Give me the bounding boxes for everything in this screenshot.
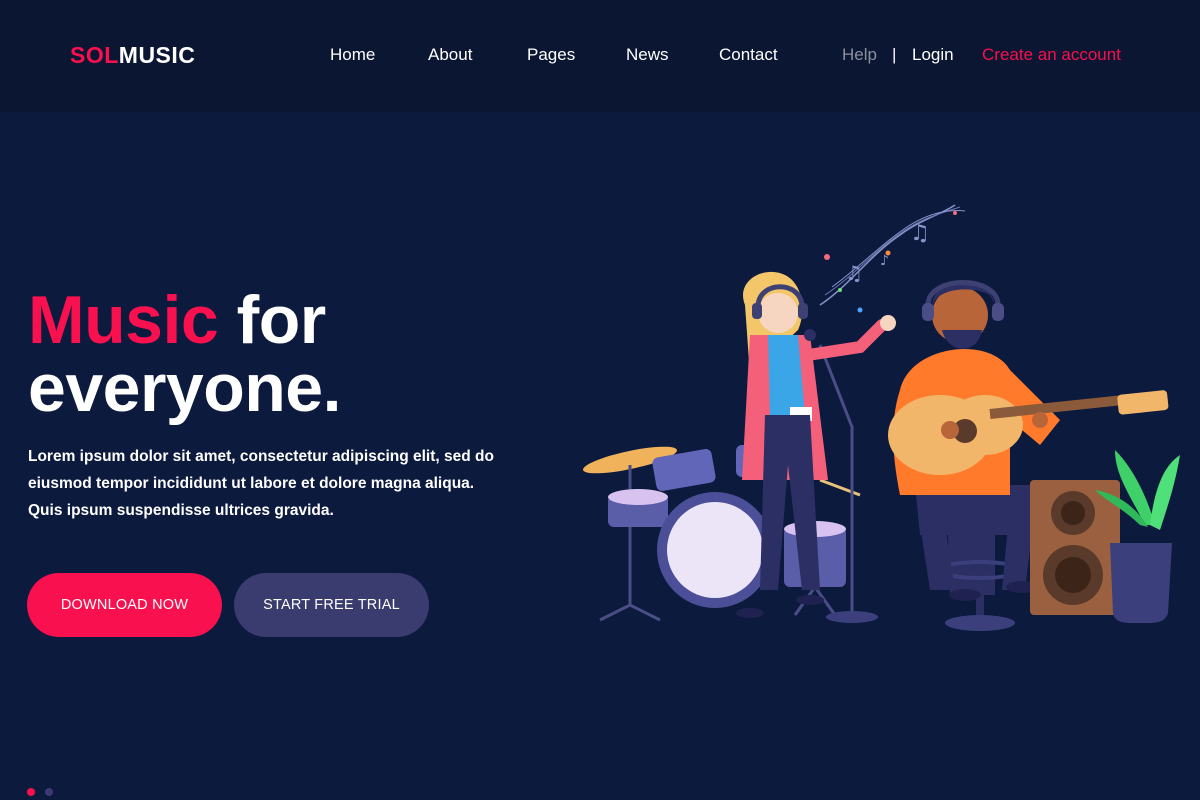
logo-part-music: MUSIC	[118, 42, 196, 68]
hero-title-line2: everyone.	[28, 350, 342, 426]
speaker-illustration	[1030, 480, 1120, 615]
band-illustration: ♫ ♫ ♪	[583, 204, 1180, 631]
slider-dot[interactable]	[45, 788, 53, 796]
logo-part-sol: SOL	[70, 42, 119, 68]
nav-link-about[interactable]: About	[428, 45, 472, 65]
hero-description: Lorem ipsum dolor sit amet, consectetur …	[28, 448, 494, 519]
nav-link-contact[interactable]: Contact	[719, 45, 778, 65]
download-now-button[interactable]: DOWNLOAD NOW	[27, 573, 222, 637]
svg-text:♫: ♫	[845, 261, 863, 285]
create-account-link[interactable]: Create an account	[982, 45, 1121, 65]
nav-link-news[interactable]: News	[626, 45, 669, 65]
login-link[interactable]: Login	[912, 45, 954, 65]
nav-link-home[interactable]: Home	[330, 45, 375, 65]
nav-link-pages[interactable]: Pages	[527, 45, 575, 65]
hero-title-rest: for	[218, 282, 327, 358]
nav-separator: |	[892, 45, 897, 64]
slider-dot-active[interactable]	[27, 788, 35, 796]
svg-text:♫: ♫	[910, 221, 930, 246]
hero-title: Music for everyone.	[28, 286, 342, 422]
top-navigation-bar: SOLMUSIC Home About Pages News Contact H…	[0, 0, 1200, 112]
help-link[interactable]: Help	[842, 45, 877, 65]
hero-title-accent: Music	[28, 282, 219, 358]
logo[interactable]: SOLMUSIC	[70, 42, 195, 69]
start-free-trial-button[interactable]: START FREE TRIAL	[234, 573, 429, 637]
